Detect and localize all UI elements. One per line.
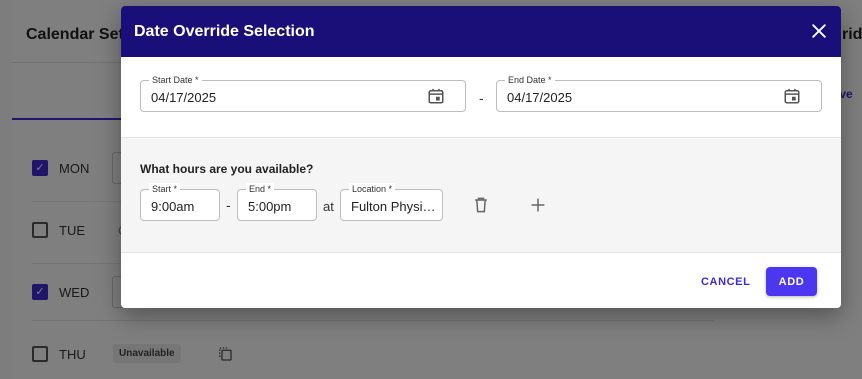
dialog-title: Date Override Selection [134,23,315,40]
location-label: Location * [349,183,396,195]
add-button[interactable]: ADD [766,267,817,296]
date-override-dialog: Date Override Selection Start Date * 04/… [121,6,841,308]
date-separator: - [479,90,484,106]
start-time-label: Start * [149,183,181,195]
end-date-field[interactable]: End Date * 04/17/2025 [496,74,822,112]
start-date-label: Start Date * [149,74,202,86]
start-time-value: 9:00am [151,199,195,214]
start-date-field[interactable]: Start Date * 04/17/2025 [140,74,466,112]
location-value: Fulton Physi… [351,199,436,214]
time-separator: - [226,197,231,213]
calendar-icon[interactable] [783,87,801,105]
cancel-button[interactable]: CANCEL [695,267,755,296]
location-field[interactable]: Location * Fulton Physi… [340,183,443,221]
end-time-label: End * [246,183,275,195]
close-icon[interactable] [809,21,829,41]
dialog-header: Date Override Selection [121,6,841,57]
start-date-value: 04/17/2025 [151,90,217,105]
plus-icon[interactable] [528,195,548,215]
hours-section: What hours are you available? Start * 9:… [121,138,841,253]
end-date-label: End Date * [505,74,555,86]
end-time-field[interactable]: End * 5:00pm [237,183,317,221]
dialog-footer: CANCEL ADD [121,253,841,308]
end-time-value: 5:00pm [248,199,292,214]
at-text: at [323,199,334,214]
end-date-value: 04/17/2025 [507,90,573,105]
trash-icon[interactable] [471,195,491,215]
hours-question: What hours are you available? [140,162,314,176]
calendar-icon[interactable] [427,87,445,105]
start-time-field[interactable]: Start * 9:00am [140,183,220,221]
date-range-section: Start Date * 04/17/2025 - End Date * 04/… [121,57,841,138]
